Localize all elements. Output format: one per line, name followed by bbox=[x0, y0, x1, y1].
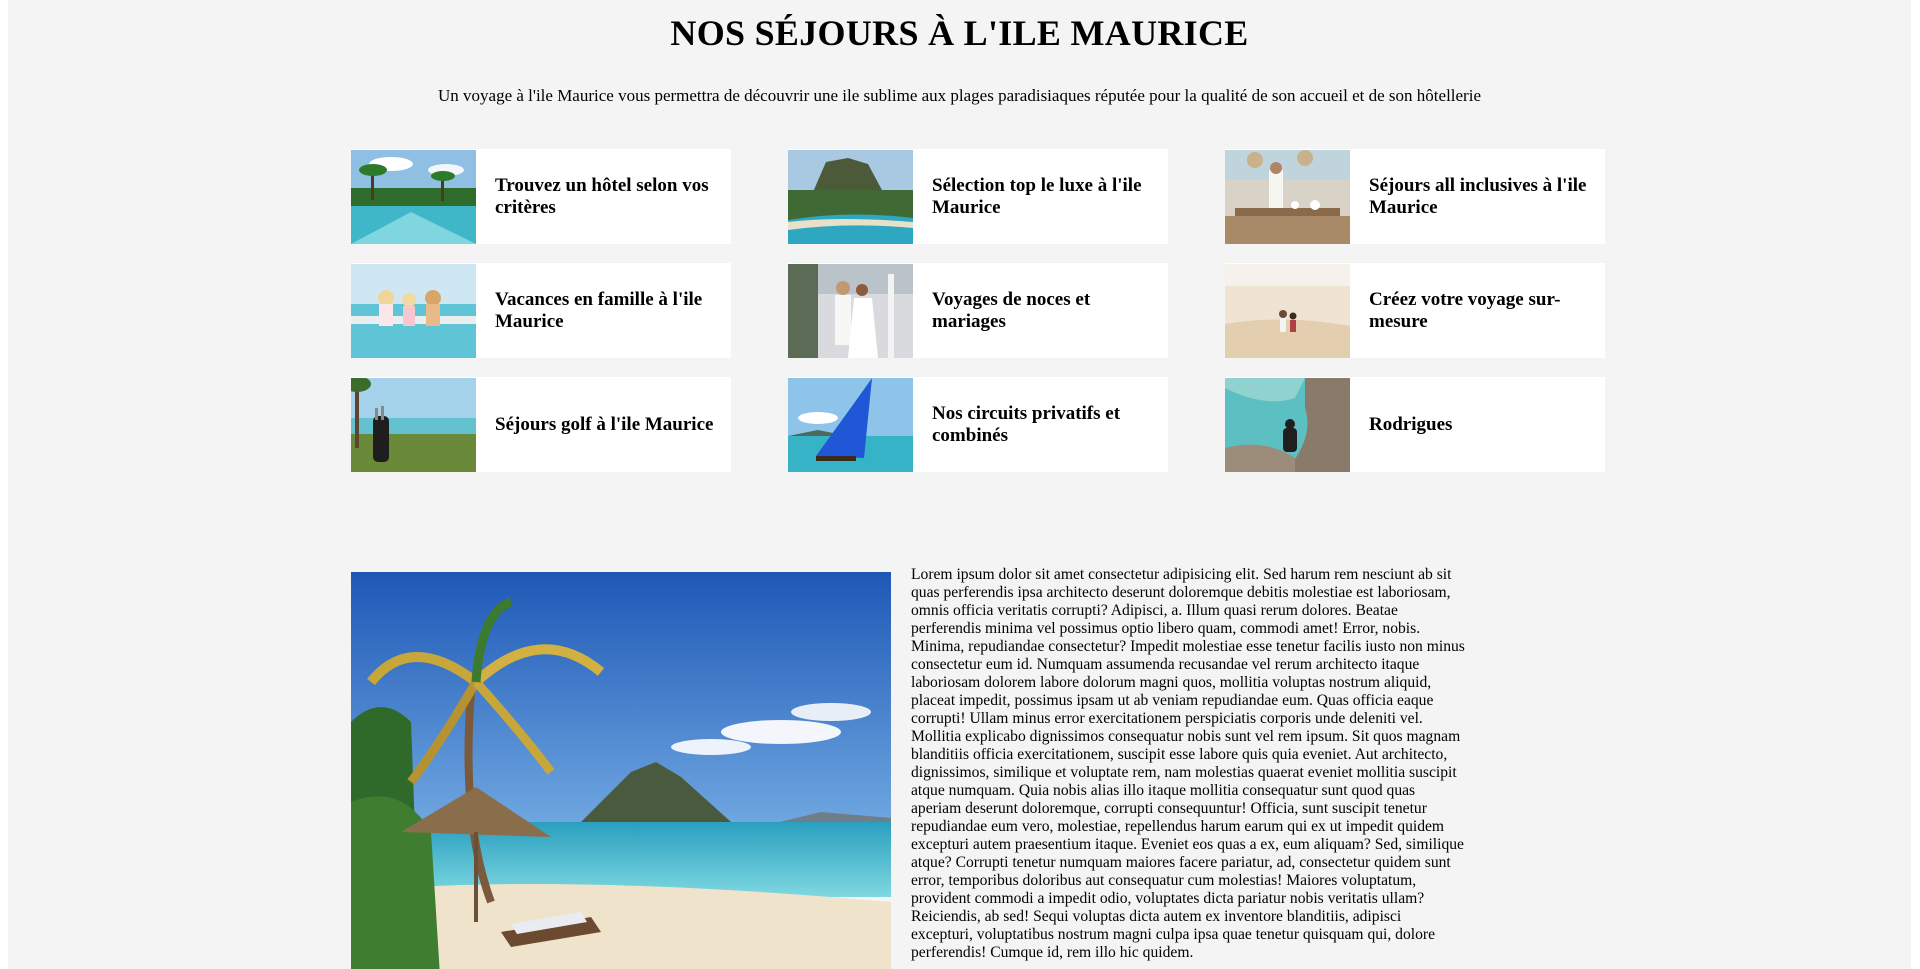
card-title: Nos circuits privatifs et combinés bbox=[932, 402, 1121, 446]
wedding-couple-photo bbox=[788, 263, 913, 358]
card-family-holidays[interactable]: Vacances en famille à l'ile Maurice bbox=[351, 263, 731, 358]
card-luxury-selection[interactable]: Sélection top le luxe à l'ile Maurice bbox=[788, 149, 1168, 244]
card-title: Trouvez un hôtel selon vos critères bbox=[495, 174, 709, 218]
golf-bag-photo bbox=[351, 377, 476, 472]
card-rodrigues[interactable]: Rodrigues bbox=[1225, 377, 1605, 472]
blue-sail-pirogue-photo bbox=[788, 377, 913, 472]
palm-beach-umbrella-photo bbox=[351, 572, 891, 969]
card-all-inclusive[interactable]: Séjours all inclusives à l'ile Maurice bbox=[1225, 149, 1605, 244]
restaurant-waiter-photo bbox=[1225, 149, 1350, 244]
card-title: Voyages de noces et mariages bbox=[932, 288, 1091, 332]
card-title: Créez votre voyage sur-mesure bbox=[1369, 288, 1561, 332]
card-private-tours[interactable]: Nos circuits privatifs et combinés bbox=[788, 377, 1168, 472]
card-title: Séjours golf à l'ile Maurice bbox=[495, 413, 714, 435]
card-honeymoon-weddings[interactable]: Voyages de noces et mariages bbox=[788, 263, 1168, 358]
page-title: NOS SÉJOURS À L'ILE MAURICE bbox=[670, 13, 1249, 53]
page-intro: Un voyage à l'ile Maurice vous permettra… bbox=[438, 86, 1481, 105]
card-title: Vacances en famille à l'ile Maurice bbox=[495, 288, 703, 332]
le-morne-aerial-photo bbox=[788, 149, 913, 244]
beach-couple-photo bbox=[1225, 263, 1350, 358]
rocky-coast-photo bbox=[1225, 377, 1350, 472]
card-golf-stays[interactable]: Séjours golf à l'ile Maurice bbox=[351, 377, 731, 472]
children-pool-photo bbox=[351, 263, 476, 358]
destination-card-grid: Trouvez un hôtel selon vos critères Séle… bbox=[351, 149, 1616, 474]
pool-palms-photo bbox=[351, 149, 476, 244]
feature-text: Lorem ipsum dolor sit amet consectetur a… bbox=[911, 566, 1465, 961]
card-custom-trip[interactable]: Créez votre voyage sur-mesure bbox=[1225, 263, 1605, 358]
card-find-hotel[interactable]: Trouvez un hôtel selon vos critères bbox=[351, 149, 731, 244]
card-title: Sélection top le luxe à l'ile Maurice bbox=[932, 174, 1142, 218]
card-title: Rodrigues bbox=[1369, 413, 1453, 435]
card-title: Séjours all inclusives à l'ile Maurice bbox=[1369, 174, 1587, 218]
page-container: NOS SÉJOURS À L'ILE MAURICE Un voyage à … bbox=[8, 0, 1911, 969]
